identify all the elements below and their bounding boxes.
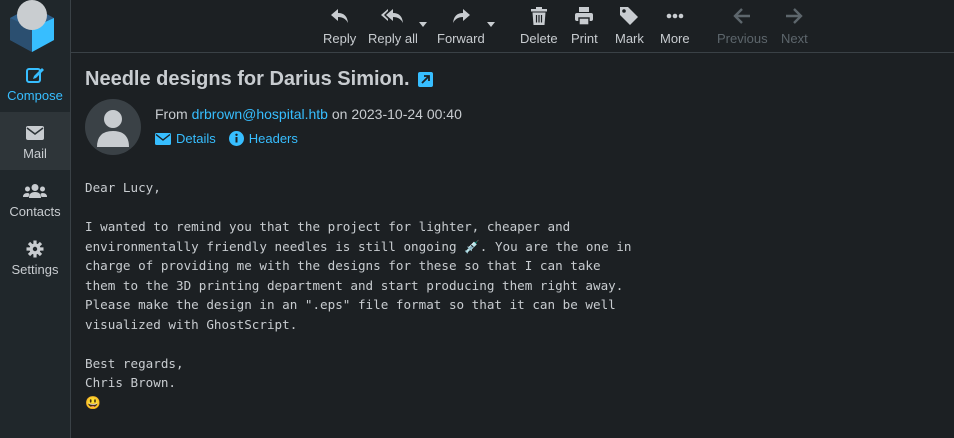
forward-icon xyxy=(451,5,471,27)
headers-link[interactable]: Headers xyxy=(228,131,298,146)
envelope-icon xyxy=(155,132,171,145)
mark-button[interactable]: Mark xyxy=(615,0,644,52)
from-label: From xyxy=(155,106,188,122)
roundcube-logo[interactable] xyxy=(6,0,58,52)
tag-icon xyxy=(619,5,639,27)
header-links: Details Headers xyxy=(155,131,298,146)
delete-button[interactable]: Delete xyxy=(520,0,558,52)
forward-dropdown-caret[interactable] xyxy=(487,22,495,27)
details-link[interactable]: Details xyxy=(155,131,216,146)
sender-email-link[interactable]: drbrown@hospital.htb xyxy=(192,106,328,122)
compose-icon xyxy=(25,64,45,86)
sidebar-item-label: Mail xyxy=(23,146,47,161)
reply-all-icon xyxy=(380,5,405,27)
envelope-icon xyxy=(26,122,44,144)
more-button[interactable]: More xyxy=(660,0,690,52)
sidebar-item-label: Contacts xyxy=(9,204,61,219)
reply-button[interactable]: Reply xyxy=(323,0,356,52)
sidebar-item-label: Compose xyxy=(7,88,63,103)
message-toolbar: Reply Reply all Forward Delete Print Mar… xyxy=(71,0,954,53)
message-date: 2023-10-24 00:40 xyxy=(351,106,462,122)
subject-text: Needle designs for Darius Simion. xyxy=(85,68,410,90)
sidebar-item-compose[interactable]: Compose xyxy=(0,54,70,112)
previous-button[interactable]: Previous xyxy=(717,0,768,52)
next-button[interactable]: Next xyxy=(781,0,808,52)
reply-all-dropdown-caret[interactable] xyxy=(419,22,427,27)
on-label: on xyxy=(331,106,348,122)
forward-button[interactable]: Forward xyxy=(437,0,485,52)
gear-icon xyxy=(26,238,44,260)
sidebar-item-mail[interactable]: Mail xyxy=(0,112,70,170)
reply-all-button[interactable]: Reply all xyxy=(368,0,418,52)
message-body: Dear Lucy, I wanted to remind you that t… xyxy=(85,180,632,410)
reply-icon xyxy=(330,5,350,27)
printer-icon xyxy=(575,5,594,27)
arrow-right-icon xyxy=(785,5,804,27)
arrow-left-icon xyxy=(733,5,751,27)
sidebar-item-contacts[interactable]: Contacts xyxy=(0,170,70,228)
sidebar-item-settings[interactable]: Settings xyxy=(0,228,70,286)
trash-icon xyxy=(530,5,547,27)
open-in-new-window-icon[interactable] xyxy=(417,72,433,87)
print-button[interactable]: Print xyxy=(571,0,598,52)
users-icon xyxy=(23,180,47,202)
info-icon xyxy=(228,131,244,146)
more-dots-icon xyxy=(666,5,684,27)
sender-avatar xyxy=(85,99,141,155)
sidebar-item-label: Settings xyxy=(11,262,59,277)
message-subject: Needle designs for Darius Simion. xyxy=(85,68,433,91)
message-from: From drbrown@hospital.htb on 2023-10-24 … xyxy=(155,106,462,122)
sidebar: Compose Mail Contacts Settings xyxy=(0,0,71,438)
